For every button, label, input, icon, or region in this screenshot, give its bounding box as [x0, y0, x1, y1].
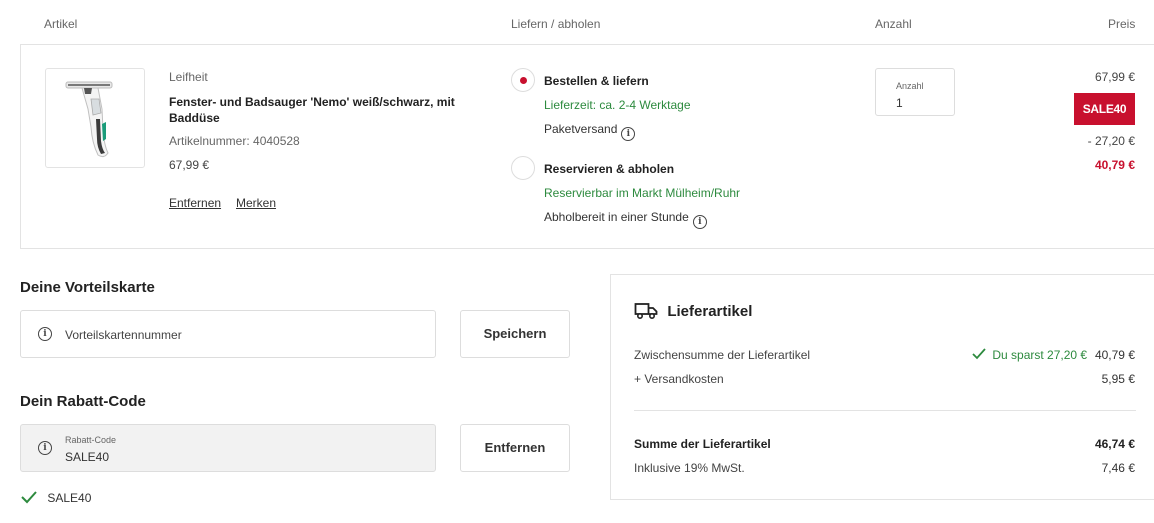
save-item-link[interactable]: Merken — [236, 196, 276, 210]
info-icon: i — [38, 441, 52, 455]
total-label: Summe der Lieferartikel — [634, 437, 771, 451]
coupon-value[interactable]: SALE40 — [65, 450, 109, 464]
remove-coupon-button[interactable]: Entfernen — [460, 424, 570, 472]
discount-amount: - 27,20 € — [1087, 134, 1135, 148]
loyalty-placeholder: Vorteilskartennummer — [65, 328, 182, 342]
radio-deliver[interactable] — [511, 68, 535, 92]
quantity-field[interactable]: Anzahl 1 — [875, 68, 955, 116]
total-value: 46,74 € — [1094, 437, 1135, 451]
savings-text: Du sparst 27,20 € — [992, 348, 1088, 362]
check-icon — [21, 491, 37, 504]
subtotal-value: 40,79 € — [1094, 348, 1135, 362]
header-quantity: Anzahl — [875, 17, 912, 31]
coupon-code-input[interactable]: i Rabatt-Code SALE40 — [20, 424, 436, 472]
info-icon[interactable]: i — [692, 215, 707, 229]
subtotal-label: Zwischensumme der Lieferartikel — [634, 348, 811, 362]
summary-title: Lieferartikel — [634, 302, 752, 320]
final-price: 40,79 € — [1094, 158, 1135, 172]
window-vacuum-image — [65, 81, 113, 158]
summary-divider — [634, 410, 1136, 411]
coupon-label: Rabatt-Code — [65, 435, 117, 445]
truck-icon — [634, 303, 658, 320]
coupon-applied-code: SALE40 — [47, 491, 92, 505]
header-delivery: Liefern / abholen — [511, 17, 601, 31]
header-price: Preis — [1108, 17, 1136, 31]
savings: Du sparst 27,20 € — [972, 348, 1087, 362]
pickup-ready: Abholbereit in einer Stunde i — [544, 210, 707, 229]
save-loyalty-button[interactable]: Speichern — [460, 310, 570, 358]
article-number: Artikelnummer: 4040528 — [169, 134, 300, 148]
shipping-label: + Versandkosten — [634, 372, 724, 386]
pickup-store: Reservierbar im Markt Mülheim/Ruhr — [544, 186, 741, 200]
shipping-value: 5,95 € — [1101, 372, 1135, 386]
original-price: 67,99 € — [1094, 70, 1135, 84]
coupon-applied: SALE40 — [20, 490, 91, 505]
loyalty-heading: Deine Vorteilskarte — [20, 279, 155, 296]
option-deliver-title: Bestellen & liefern — [544, 74, 649, 88]
unit-price: 67,99 € — [169, 158, 210, 172]
header-article: Artikel — [44, 17, 78, 31]
delivery-time: Lieferzeit: ca. 2-4 Werktage — [544, 98, 691, 112]
coupon-heading: Dein Rabatt-Code — [20, 393, 146, 410]
loyalty-card-input[interactable]: i Vorteilskartennummer — [20, 310, 436, 358]
vat-value: 7,46 € — [1101, 461, 1135, 475]
pickup-ready-label: Abholbereit in einer Stunde — [544, 210, 689, 224]
check-icon — [972, 348, 986, 360]
info-icon[interactable]: i — [621, 127, 636, 141]
product-image[interactable] — [45, 68, 145, 168]
radio-pickup[interactable] — [511, 156, 535, 180]
remove-item-link[interactable]: Entfernen — [169, 196, 221, 210]
quantity-label: Anzahl — [896, 81, 924, 91]
shipping-method: Paketversand i — [544, 122, 636, 141]
shipping-method-label: Paketversand — [544, 122, 618, 136]
option-pickup-title: Reservieren & abholen — [544, 162, 675, 176]
vat-label: Inklusive 19% MwSt. — [634, 461, 745, 475]
product-brand: Leifheit — [169, 70, 208, 84]
sale-badge: SALE40 — [1074, 93, 1135, 125]
quantity-value[interactable]: 1 — [896, 96, 903, 110]
product-name[interactable]: Fenster- und Badsauger 'Nemo' weiß/schwa… — [169, 94, 479, 126]
info-icon: i — [38, 327, 52, 341]
summary-title-text: Lieferartikel — [667, 303, 753, 320]
